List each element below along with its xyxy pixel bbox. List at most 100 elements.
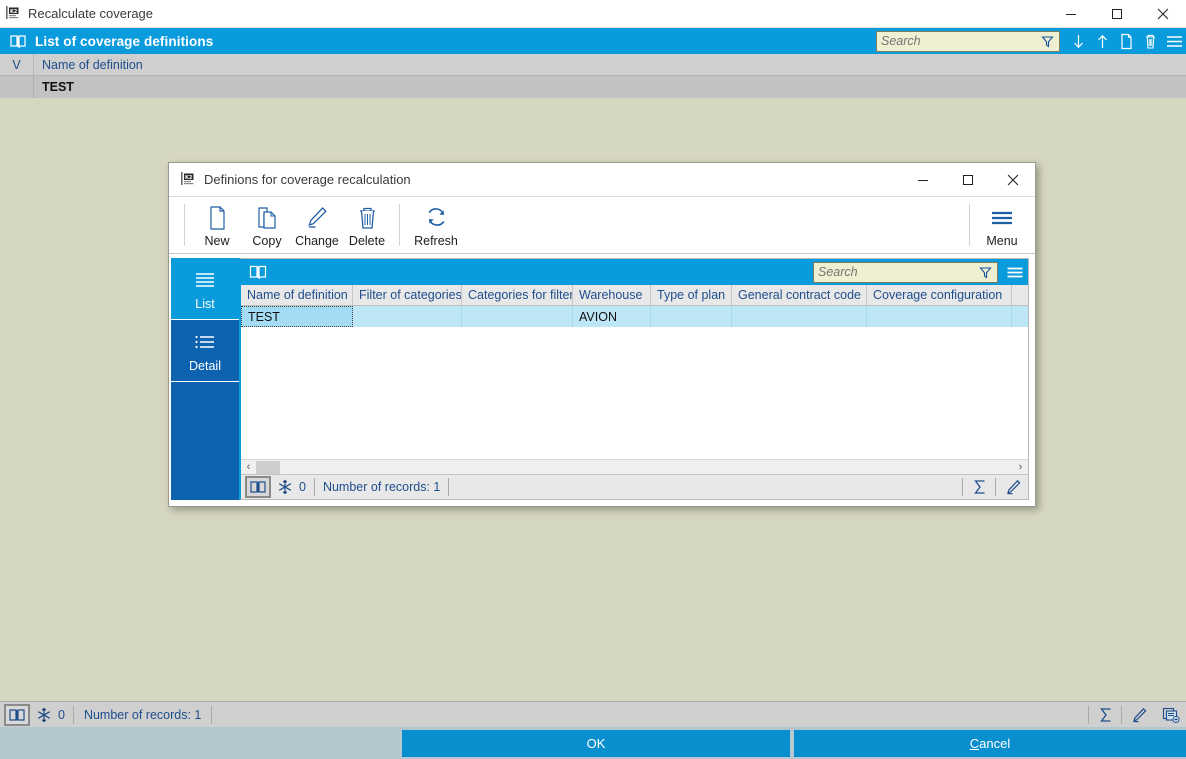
snowflake-icon[interactable]	[30, 707, 54, 723]
sidebar-item-detail[interactable]: Detail	[171, 320, 239, 382]
cell-coverage-configuration[interactable]	[867, 306, 1012, 327]
column-header-v[interactable]: V	[0, 53, 34, 76]
cell-categories-for-filter[interactable]	[462, 306, 573, 327]
new-document-icon[interactable]	[1114, 28, 1138, 54]
main-window-title: Recalculate coverage	[28, 6, 154, 21]
hamburger-icon	[988, 203, 1016, 231]
search-box[interactable]	[876, 30, 1060, 52]
column-header-general-contract-code[interactable]: General contract code	[732, 285, 867, 305]
k2-app-icon: K2	[175, 163, 201, 196]
k2-app-icon: K2	[0, 0, 26, 28]
cell-v	[0, 76, 34, 98]
scrollbar-thumb[interactable]	[256, 460, 280, 474]
footer-spacer	[0, 727, 400, 759]
cell-general-contract-code[interactable]	[732, 306, 867, 327]
column-header-coverage-configuration[interactable]: Coverage configuration	[867, 285, 1012, 305]
grid-menu-icon[interactable]	[1002, 259, 1028, 285]
horizontal-scrollbar[interactable]: ‹ ›	[241, 459, 1028, 474]
snowflake-icon[interactable]	[271, 479, 295, 495]
records-count-label: Number of records: 1	[322, 480, 441, 494]
definitions-dialog: K2 Definions for coverage recalculation	[168, 162, 1036, 507]
status-divider-4	[995, 478, 996, 496]
grid-empty-area	[241, 327, 1028, 459]
scroll-left-arrow-icon[interactable]: ‹	[241, 460, 256, 475]
sum-icon[interactable]	[1093, 704, 1119, 726]
search-input[interactable]	[877, 31, 1039, 51]
table-row[interactable]: TEST	[0, 76, 1186, 98]
dialog-close-button[interactable]	[990, 163, 1035, 196]
edit-pencil-icon[interactable]	[1000, 476, 1026, 498]
cancel-button[interactable]: Cancel	[794, 729, 1186, 757]
cancel-mnemonic: C	[969, 735, 980, 751]
main-window-controls	[1048, 0, 1186, 28]
column-header-name-of-definition[interactable]: Name of definition	[241, 285, 353, 305]
grid-search-box[interactable]	[813, 261, 998, 283]
column-header-warehouse[interactable]: Warehouse	[573, 285, 651, 305]
dialog-body: List Detail Search Name of definition Fi…	[169, 254, 1035, 506]
new-button-label: New	[204, 233, 230, 248]
refresh-button[interactable]: Refresh	[407, 199, 465, 251]
cell-name-of-definition[interactable]: TEST	[241, 306, 353, 327]
sort-ascending-icon[interactable]	[1090, 28, 1114, 54]
table-row[interactable]: TEST AVION	[241, 306, 1028, 327]
grid-panel: Name of definition Filter of categories …	[239, 258, 1029, 500]
copy-button-label: Copy	[252, 233, 282, 248]
maximize-button[interactable]	[1094, 0, 1140, 28]
main-status-bar: 0 Number of records: 1	[0, 701, 1186, 727]
column-header-name-of-definition[interactable]: Name of definition	[34, 58, 143, 72]
book-icon	[10, 34, 27, 49]
status-divider-2	[448, 478, 450, 496]
main-titlebar: K2 Recalculate coverage	[0, 0, 1186, 28]
delete-button[interactable]: Delete	[342, 199, 392, 251]
dialog-status-bar: 0 Number of records: 1	[241, 474, 1028, 499]
ribbon-divider-2	[969, 204, 970, 246]
pencil-icon	[306, 203, 329, 231]
filter-funnel-icon[interactable]	[977, 266, 997, 279]
copy-button[interactable]: Copy	[242, 199, 292, 251]
ribbon-divider-start	[184, 204, 185, 246]
menu-button[interactable]: Menu	[977, 199, 1027, 251]
dialog-minimize-button[interactable]	[900, 163, 945, 196]
close-button[interactable]	[1140, 0, 1186, 28]
sidebar-item-list[interactable]: List	[171, 258, 239, 320]
column-header-type-of-plan[interactable]: Type of plan	[651, 285, 732, 305]
side-tab-strip: List Detail	[171, 258, 239, 500]
cancel-rest: ancel	[979, 735, 1011, 751]
page-title: List of coverage definitions	[35, 33, 214, 49]
ribbon-group-main: New Copy Change Delete Refresh	[192, 198, 465, 252]
column-header-filter-of-categories[interactable]: Filter of categories	[353, 285, 462, 305]
delete-icon[interactable]	[1138, 28, 1162, 54]
cell-warehouse[interactable]: AVION	[573, 306, 651, 327]
menu-button-label: Menu	[986, 233, 1018, 248]
detail-lines-icon	[191, 329, 219, 355]
status-divider-4	[1121, 705, 1122, 724]
copy-icon	[256, 203, 279, 231]
change-button[interactable]: Change	[292, 199, 342, 251]
grid-search-input[interactable]	[814, 262, 977, 282]
refresh-button-label: Refresh	[414, 233, 458, 248]
edit-pencil-icon[interactable]	[1126, 704, 1152, 726]
delete-button-label: Delete	[348, 233, 386, 248]
snowflake-count: 0	[299, 480, 306, 494]
coverage-definitions-header: List of coverage definitions	[0, 28, 1186, 54]
sidebar-item-detail-label: Detail	[189, 358, 221, 373]
scrollbar-track[interactable]	[256, 460, 1013, 475]
main-list-header: V Name of definition	[0, 53, 1186, 76]
column-header-categories-for-filter[interactable]: Categories for filter	[462, 285, 573, 305]
cell-filter-of-categories[interactable]	[353, 306, 462, 327]
sort-descending-icon[interactable]	[1066, 28, 1090, 54]
document-icon	[207, 203, 228, 231]
scroll-right-arrow-icon[interactable]: ›	[1013, 460, 1028, 475]
add-record-icon[interactable]	[1158, 704, 1184, 726]
book-icon[interactable]	[4, 703, 30, 726]
filter-funnel-icon[interactable]	[1039, 35, 1059, 48]
ok-button[interactable]: OK	[402, 729, 790, 757]
minimize-button[interactable]	[1048, 0, 1094, 28]
new-button[interactable]: New	[192, 199, 242, 251]
sum-icon[interactable]	[967, 476, 993, 498]
menu-icon[interactable]	[1162, 28, 1186, 54]
dialog-maximize-button[interactable]	[945, 163, 990, 196]
cell-type-of-plan[interactable]	[651, 306, 732, 327]
dialog-window-controls	[900, 163, 1035, 196]
book-icon[interactable]	[245, 476, 271, 498]
